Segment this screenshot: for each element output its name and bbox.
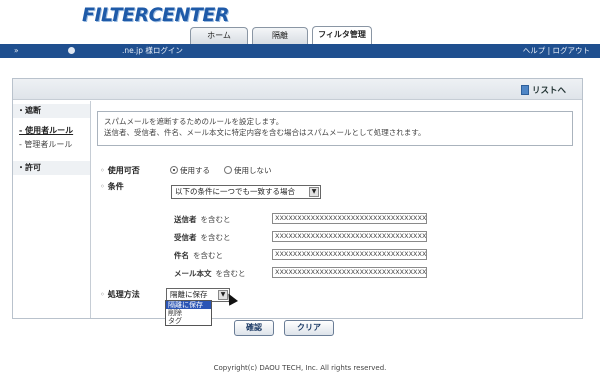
usage-label: 使用可否 [100, 165, 140, 176]
description-line-2: 送信者、受信者、件名、メール本文に特定内容を含む場合はスパムメールとして処理され… [104, 128, 426, 137]
rule-description: スパムメールを遮断するためのルールを設定します。 送信者、受信者、件名、メール本… [97, 111, 573, 146]
tab-home[interactable]: ホーム [190, 27, 248, 44]
document-icon [520, 85, 529, 95]
clear-button[interactable]: クリア [284, 320, 334, 336]
tab-filter-management[interactable]: フィルタ管理 [312, 26, 372, 44]
action-option-quarantine[interactable]: 隔離に保存 [166, 301, 211, 309]
subject-input[interactable]: XXXXXXXXXXXXXXXXXXXXXXXXXXXXXXXXXX [272, 249, 427, 260]
sidebar-item-user-rules[interactable]: - 使用者ルール [19, 125, 73, 136]
action-option-tag[interactable]: タグ [166, 317, 211, 325]
recipient-name: 受信者 [174, 233, 197, 242]
sender-suffix: を含むと [200, 215, 231, 224]
condition-select-value: 以下の条件に一つでも一致する場合 [175, 187, 295, 196]
body-suffix: を含むと [215, 269, 246, 278]
recipient-input[interactable]: XXXXXXXXXXXXXXXXXXXXXXXXXXXXXXXXXX [272, 231, 427, 242]
sender-name: 送信者 [174, 215, 197, 224]
subject-label: 件名 を含むと [174, 250, 223, 261]
sidebar-item-admin-rules[interactable]: - 管理者ルール [19, 139, 72, 150]
recipient-label: 受信者 を含むと [174, 232, 231, 243]
subject-suffix: を含むと [193, 251, 223, 260]
filtercenter-logo: FILTERCENTER [82, 4, 229, 26]
login-info: .ne.jp 様ログイン [122, 46, 183, 55]
list-link-label: リストへ [531, 86, 566, 96]
usage-on-radio[interactable] [170, 166, 178, 174]
tab-quarantine[interactable]: 隔離 [252, 27, 308, 44]
panel-header: リストへ [13, 79, 582, 100]
footer-copyright: Copyright(c) DAOU TECH, Inc. All rights … [213, 364, 387, 372]
list-link[interactable]: リストへ [520, 84, 566, 96]
sidebar-section-allow[interactable]: ・許可 [13, 161, 90, 175]
help-logout-links[interactable]: ヘルプ | ログアウト [523, 44, 590, 58]
confirm-button[interactable]: 確認 [234, 320, 274, 336]
condition-select[interactable]: 以下の条件に一つでも一致する場合 ▼ [171, 185, 321, 199]
body-label: メール本文 を含むと [174, 268, 246, 279]
user-icon [68, 47, 75, 54]
usage-off-radio[interactable] [224, 166, 232, 174]
sidebar: ・遮断 - 使用者ルール - 管理者ルール ・許可 [13, 101, 91, 318]
usage-on-option[interactable]: 使用する [170, 165, 210, 176]
chevron-down-icon: ▼ [309, 187, 319, 197]
condition-label: 条件 [100, 181, 124, 192]
body-input[interactable]: XXXXXXXXXXXXXXXXXXXXXXXXXXXXXXXXXX [272, 267, 427, 278]
action-option-delete[interactable]: 削除 [166, 309, 211, 317]
action-select-value: 隔離に保存 [170, 290, 208, 299]
breadcrumb-arrow: » [14, 46, 19, 55]
sidebar-section-block[interactable]: ・遮断 [13, 104, 90, 118]
subject-name: 件名 [174, 251, 189, 260]
recipient-suffix: を含むと [200, 233, 231, 242]
usage-off-option[interactable]: 使用しない [224, 165, 272, 176]
top-bar: » .ne.jp 様ログイン ヘルプ | ログアウト [0, 44, 600, 58]
sender-label: 送信者 を含むと [174, 214, 231, 225]
body-name: メール本文 [174, 269, 212, 278]
action-dropdown-list[interactable]: 隔離に保存 削除 タグ [165, 300, 212, 326]
description-line-1: スパムメールを遮断するためのルールを設定します。 [104, 117, 284, 126]
usage-off-label: 使用しない [234, 166, 272, 175]
usage-on-label: 使用する [180, 166, 210, 175]
sender-input[interactable]: XXXXXXXXXXXXXXXXXXXXXXXXXXXXXXXXXX [272, 213, 427, 224]
action-label: 処理方法 [100, 289, 140, 300]
